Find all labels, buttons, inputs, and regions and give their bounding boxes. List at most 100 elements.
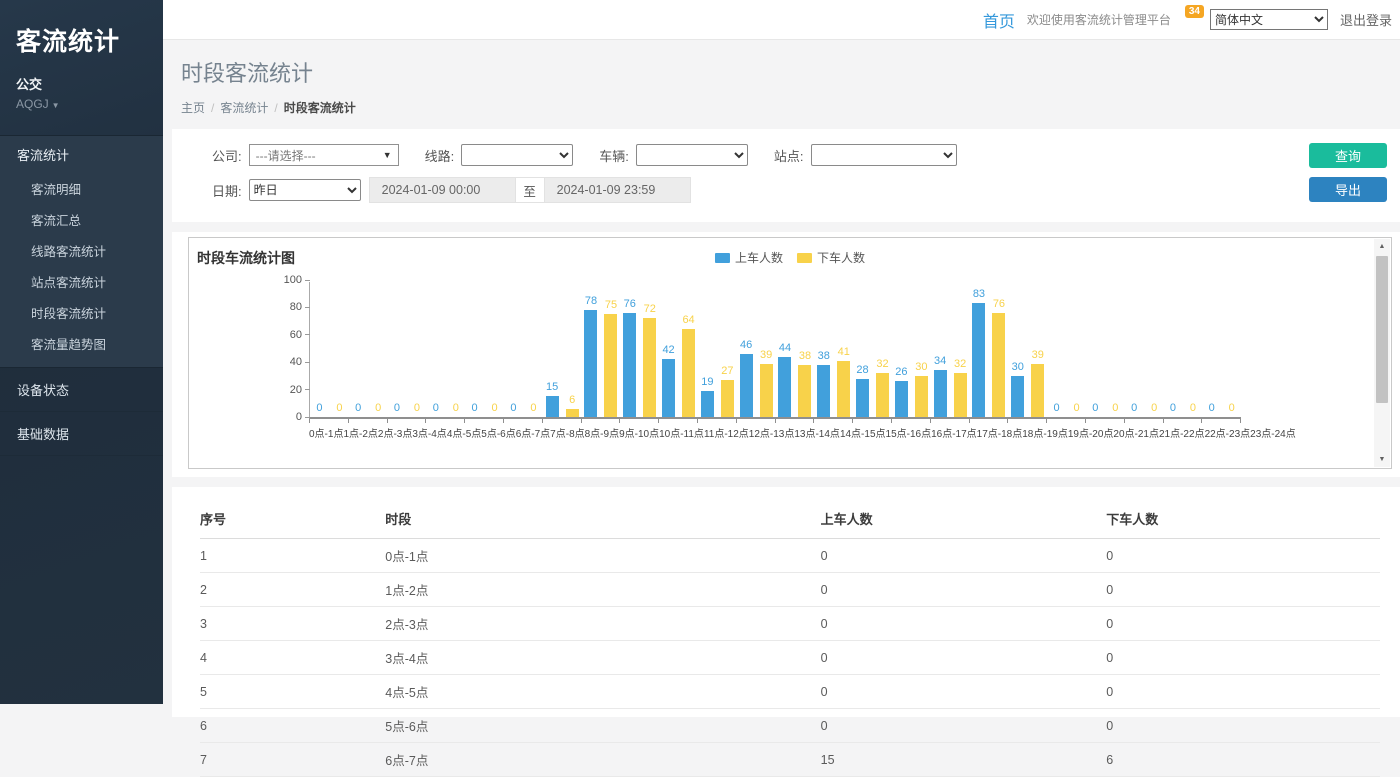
scrollbar-track[interactable] xyxy=(1374,254,1390,452)
sidebar-subitem[interactable]: 客流汇总 xyxy=(0,204,163,235)
bar-boarding: 44 xyxy=(778,357,791,417)
table-cell: 5 xyxy=(200,675,385,709)
bar-value-label: 0 xyxy=(316,402,322,414)
x-tick xyxy=(1164,419,1203,423)
sidebar-item[interactable]: 设备状态 xyxy=(0,368,163,412)
bar-value-label: 0 xyxy=(1209,402,1215,414)
date-preset-select[interactable]: 昨日 xyxy=(249,179,361,201)
bar-value-label: 42 xyxy=(662,344,674,356)
breadcrumb-separator: / xyxy=(211,101,214,115)
company-select[interactable]: ---请选择--- ▼ xyxy=(249,144,399,166)
scrollbar-thumb[interactable] xyxy=(1376,256,1388,403)
bar-group: 30 39 xyxy=(1008,282,1047,417)
sidebar-subitem[interactable]: 站点客流统计 xyxy=(0,266,163,297)
bar-alighting: 39 xyxy=(1031,364,1044,417)
language-select[interactable]: 简体中文 xyxy=(1210,9,1328,30)
chart-scrollbar[interactable]: ▲ ▼ xyxy=(1374,239,1390,467)
chart-legend: 上车人数 下车人数 xyxy=(715,249,865,266)
bar-value-label: 34 xyxy=(934,355,946,367)
home-link[interactable]: 首页 xyxy=(983,8,1015,32)
topbar: 首页 欢迎使用客流统计管理平台 34 简体中文 退出登录 xyxy=(163,0,1400,40)
bar-value-label: 39 xyxy=(760,349,772,361)
line-select[interactable] xyxy=(461,144,573,166)
x-tick xyxy=(349,419,388,423)
bar-group: 00 xyxy=(1164,282,1203,417)
x-axis-label: 17点-18点 xyxy=(977,425,1023,440)
x-axis-label: 13点-14点 xyxy=(794,425,840,440)
station-select[interactable] xyxy=(811,144,957,166)
dropdown-arrow-icon: ▼ xyxy=(383,150,392,160)
sidebar-item-passenger-stats[interactable]: 客流统计 xyxy=(0,136,163,173)
bar-alighting: 76 xyxy=(992,313,1005,417)
action-buttons: 查询 导出 xyxy=(1309,143,1387,202)
x-axis-label: 1点-2点 xyxy=(343,425,377,440)
bar-group: 3432 xyxy=(931,282,970,417)
date-to-input[interactable]: 2024-01-09 23:59 xyxy=(544,177,691,203)
x-axis-label: 18点-19点 xyxy=(1022,425,1068,440)
bar-alighting: 32 xyxy=(876,373,889,417)
station-label: 站点: xyxy=(774,146,804,165)
x-tick xyxy=(310,419,349,423)
bar-value-label: 0 xyxy=(414,402,420,414)
sidebar: 客流统计 公交 AQGJ▼ 客流统计 客流明细客流汇总线路客流统计站点客流统计时… xyxy=(0,0,163,704)
table-cell: 4点-5点 xyxy=(385,675,820,709)
export-button[interactable]: 导出 xyxy=(1309,177,1387,202)
table-header-cell: 上车人数 xyxy=(821,503,1107,539)
bar-boarding: 83 xyxy=(972,303,985,417)
y-tick-label: 100 xyxy=(284,274,302,286)
table-cell: 0 xyxy=(1106,607,1380,641)
bar-group: 4264 xyxy=(659,282,698,417)
bar-alighting: 6 xyxy=(566,409,579,417)
sidebar-item[interactable]: 基础数据 xyxy=(0,412,163,456)
bar-group: 00 xyxy=(1086,282,1125,417)
bar-value-label: 19 xyxy=(701,376,713,388)
page-head: 时段客流统计 主页/客流统计/时段客流统计 xyxy=(163,40,1400,116)
bar-value-label: 0 xyxy=(355,402,361,414)
x-axis-label: 8点-9点 xyxy=(585,425,619,440)
scroll-up-icon[interactable]: ▲ xyxy=(1374,239,1390,254)
org-code-dropdown[interactable]: AQGJ▼ xyxy=(16,97,147,111)
chart-title: 时段车流统计图 xyxy=(197,250,295,266)
x-tick xyxy=(892,419,931,423)
bar-boarding: 76 xyxy=(623,313,636,417)
y-axis-tick: 60 xyxy=(290,329,310,341)
bar-value-label: 30 xyxy=(1012,361,1024,373)
breadcrumb-mid[interactable]: 客流统计 xyxy=(220,101,268,115)
bar-value-label: 0 xyxy=(1190,402,1196,414)
bar-group: 00 xyxy=(1125,282,1164,417)
table-cell: 0 xyxy=(1106,573,1380,607)
x-axis-label: 10点-11点 xyxy=(659,425,704,440)
table-cell: 15 xyxy=(821,743,1107,777)
scroll-down-icon[interactable]: ▼ xyxy=(1374,452,1390,467)
legend-label: 下车人数 xyxy=(817,249,865,266)
welcome-text: 欢迎使用客流统计管理平台 xyxy=(1027,11,1171,28)
bar-alighting: 39 xyxy=(760,364,773,417)
date-from-input[interactable]: 2024-01-09 00:00 xyxy=(369,177,516,203)
sidebar-subitem[interactable]: 客流量趋势图 xyxy=(0,328,163,359)
sidebar-subitem[interactable]: 客流明细 xyxy=(0,173,163,204)
bar-value-label: 28 xyxy=(856,364,868,376)
query-button[interactable]: 查询 xyxy=(1309,143,1387,168)
bar-value-label: 38 xyxy=(799,350,811,362)
vehicle-select[interactable] xyxy=(636,144,748,166)
x-axis-label: 15点-16点 xyxy=(886,425,932,440)
bar-group: 00 xyxy=(426,282,465,417)
sidebar-menu-rest: 设备状态基础数据 xyxy=(0,368,163,456)
sidebar-subitem[interactable]: 线路客流统计 xyxy=(0,235,163,266)
bar-group: 00 xyxy=(349,282,388,417)
table-cell: 6 xyxy=(200,709,385,743)
bar-value-label: 0 xyxy=(336,402,342,414)
x-axis-label: 2点-3点 xyxy=(378,425,412,440)
y-tick-mark xyxy=(305,280,310,281)
legend-label: 上车人数 xyxy=(735,249,783,266)
line-label: 线路: xyxy=(425,146,455,165)
logout-link[interactable]: 退出登录 xyxy=(1340,10,1392,29)
x-axis-label: 22点-23点 xyxy=(1205,425,1251,440)
x-tick xyxy=(388,419,427,423)
table-row: 76点-7点156 xyxy=(200,743,1380,777)
bar-boarding: 38 xyxy=(817,365,830,417)
x-axis-label: 21点-22点 xyxy=(1159,425,1205,440)
sidebar-subitem[interactable]: 时段客流统计 xyxy=(0,297,163,328)
breadcrumb-home[interactable]: 主页 xyxy=(181,101,205,115)
x-tick xyxy=(970,419,1009,423)
